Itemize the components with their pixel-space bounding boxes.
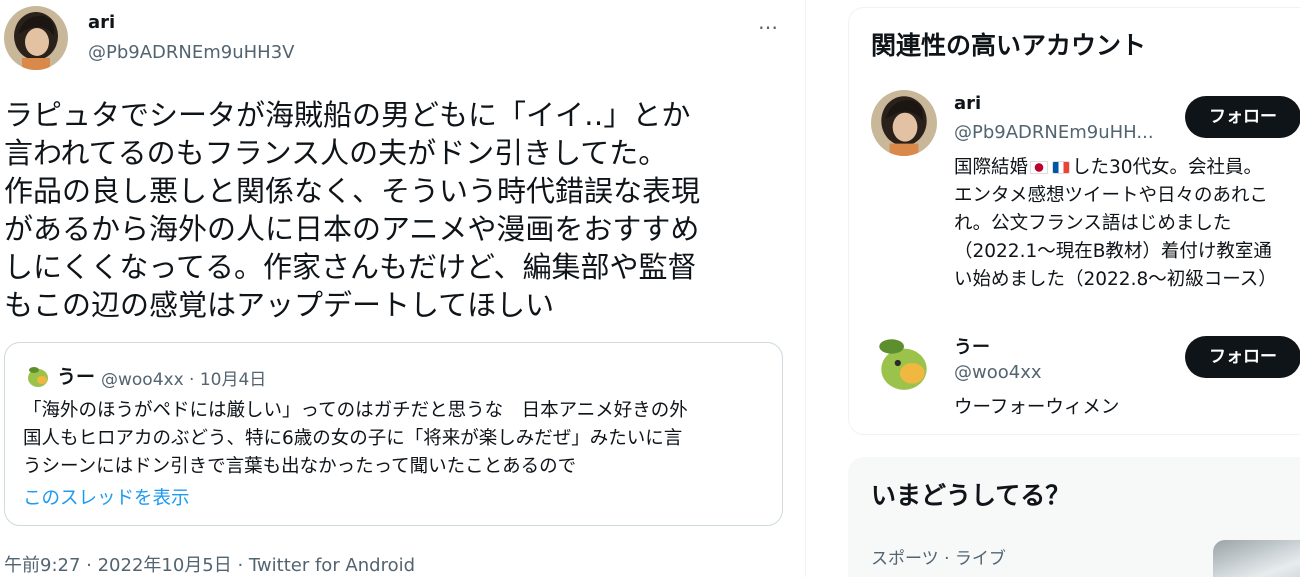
trend-category[interactable]: スポーツ · ライブ — [871, 544, 1006, 569]
account-bio: 国際結婚 した30代女。会社員。 エンタメ感想ツイートや日々のあれこ れ。公文フラ… — [954, 154, 1300, 294]
quoted-tweet[interactable]: うー @woo4xx · 10月4日 「海外のほうがペドには厳しい」ってのはガチ… — [4, 342, 783, 526]
more-horizontal-icon[interactable]: … — [758, 10, 779, 34]
author-avatar[interactable] — [4, 6, 68, 70]
author-handle[interactable]: @Pb9ADRNEm9uHH3V — [88, 42, 294, 63]
related-accounts-card: 関連性の高いアカウント ari @Pb9ADRNEm9uHH... フォロー 国… — [848, 7, 1300, 435]
quoted-meta: @woo4xx · 10月4日 — [101, 370, 267, 390]
account-bio: ウーフォーウィメン — [954, 397, 1120, 418]
japan-flag-icon — [1030, 161, 1049, 174]
account-name[interactable]: うー — [954, 333, 990, 359]
account-handle[interactable]: @woo4xx — [954, 362, 1042, 383]
account-avatar[interactable] — [871, 330, 937, 396]
related-accounts-title: 関連性の高いアカウント — [871, 31, 1147, 60]
trend-thumbnail[interactable] — [1213, 540, 1300, 577]
show-thread-link[interactable]: このスレッドを表示 — [23, 484, 190, 510]
account-avatar[interactable] — [871, 90, 937, 156]
bio-prefix: 国際結婚 — [954, 157, 1029, 178]
quoted-text: 「海外のほうがペドには厳しい」ってのはガチだと思うな 日本アニメ好きの外 国人も… — [23, 400, 688, 477]
france-flag-icon — [1052, 161, 1071, 174]
follow-button[interactable]: フォロー — [1185, 96, 1300, 138]
tweet-text: ラピュタでシータが海賊船の男どもに「イイ‥」とか 言われてるのもフランス人の夫が… — [4, 98, 701, 322]
trends-card: いまどうしてる？ スポーツ · ライブ — [848, 457, 1300, 577]
tweet-column: ari @Pb9ADRNEm9uHH3V … ラピュタでシータが海賊船の男どもに… — [0, 0, 806, 577]
trends-title: いまどうしてる？ — [871, 481, 1071, 510]
account-handle[interactable]: @Pb9ADRNEm9uHH... — [954, 122, 1154, 143]
quoted-author-avatar[interactable] — [25, 363, 51, 389]
follow-button[interactable]: フォロー — [1185, 336, 1300, 378]
quoted-author-name[interactable]: うー — [57, 362, 95, 389]
author-name[interactable]: ari — [88, 12, 115, 33]
account-name[interactable]: ari — [954, 93, 981, 114]
tweet-timestamp[interactable]: 午前9:27 · 2022年10月5日 · Twitter for Androi… — [4, 551, 415, 577]
